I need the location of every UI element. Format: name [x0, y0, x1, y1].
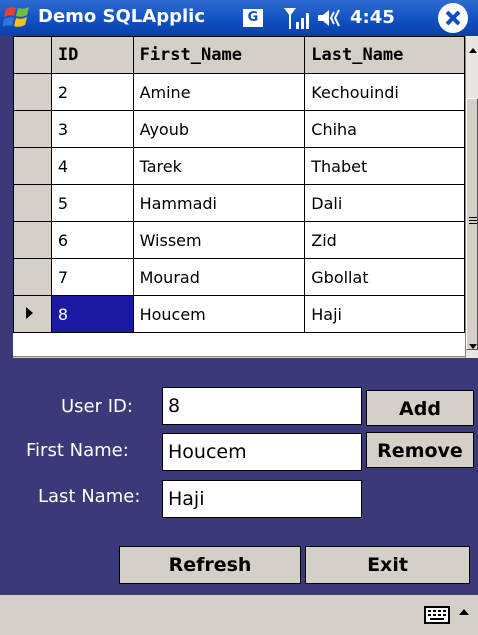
- table-row[interactable]: 2 Amine Kechouindi: [13, 73, 465, 111]
- last-name-field[interactable]: Haji: [162, 480, 362, 518]
- table-row[interactable]: 6 Wissem Zid: [13, 221, 465, 259]
- cell-last-name[interactable]: Thabet: [304, 147, 465, 185]
- scroll-down-arrow-icon[interactable]: [469, 344, 477, 349]
- cell-id[interactable]: 3: [50, 110, 134, 148]
- title-bar: Demo SQLApplic G 4:45: [0, 0, 478, 36]
- first-name-label: First Name:: [26, 440, 129, 461]
- cell-id[interactable]: 2: [50, 73, 134, 111]
- g-network-icon: G: [243, 9, 263, 27]
- table-row[interactable]: 5 Hammadi Dali: [13, 184, 465, 222]
- header-row: ID First_Name Last_Name: [13, 36, 465, 74]
- row-header[interactable]: [13, 221, 52, 259]
- volume-icon[interactable]: [316, 8, 344, 28]
- cell-last-name[interactable]: Zid: [304, 221, 465, 259]
- cell-last-name[interactable]: Haji: [304, 295, 465, 333]
- user-id-label: User ID:: [61, 396, 133, 417]
- close-icon[interactable]: [438, 3, 468, 33]
- cell-last-name[interactable]: Chiha: [304, 110, 465, 148]
- vertical-scrollbar[interactable]: [465, 36, 478, 358]
- add-button[interactable]: Add: [366, 390, 474, 426]
- table-row[interactable]: 3 Ayoub Chiha: [13, 110, 465, 148]
- row-header[interactable]: [13, 73, 52, 111]
- row-header[interactable]: [13, 147, 52, 185]
- data-grid[interactable]: ID First_Name Last_Name 2 Amine Kechouindi…: [13, 36, 465, 358]
- cell-first-name[interactable]: Wissem: [132, 221, 306, 259]
- window-title: Demo SQLApplic: [38, 6, 205, 27]
- cell-first-name[interactable]: Mourad: [132, 258, 306, 296]
- horizontal-scrollbar[interactable]: [13, 356, 465, 358]
- column-header-first-name[interactable]: First_Name: [132, 36, 306, 74]
- last-name-label: Last Name:: [38, 486, 141, 507]
- row-header[interactable]: [13, 295, 52, 333]
- cell-id[interactable]: 7: [50, 258, 134, 296]
- cell-id[interactable]: 4: [50, 147, 134, 185]
- current-row-indicator-icon: [26, 307, 33, 319]
- table-row[interactable]: 7 Mourad Gbollat: [13, 258, 465, 296]
- cell-first-name[interactable]: Houcem: [132, 295, 306, 333]
- user-id-field[interactable]: 8: [162, 387, 362, 425]
- cell-first-name[interactable]: Tarek: [132, 147, 306, 185]
- column-header-id[interactable]: ID: [50, 36, 134, 74]
- cell-id[interactable]: 8: [50, 295, 134, 333]
- table-row[interactable]: 8 Houcem Haji: [13, 295, 465, 333]
- exit-button[interactable]: Exit: [305, 546, 470, 584]
- cell-first-name[interactable]: Hammadi: [132, 184, 306, 222]
- cell-last-name[interactable]: Dali: [304, 184, 465, 222]
- cell-last-name[interactable]: Gbollat: [304, 258, 465, 296]
- signal-icon[interactable]: [282, 6, 310, 30]
- windows-logo-icon[interactable]: [3, 5, 33, 31]
- row-header[interactable]: [13, 184, 52, 222]
- input-menu-arrow-icon[interactable]: [459, 609, 469, 615]
- row-header[interactable]: [13, 258, 52, 296]
- remove-button[interactable]: Remove: [366, 432, 474, 468]
- cell-first-name[interactable]: Amine: [132, 73, 306, 111]
- row-header[interactable]: [13, 110, 52, 148]
- scrollbar-thumb[interactable]: [466, 98, 478, 350]
- column-header-last-name[interactable]: Last_Name: [304, 36, 465, 74]
- first-name-field[interactable]: Houcem: [162, 433, 362, 471]
- keyboard-icon[interactable]: [424, 605, 450, 625]
- refresh-button[interactable]: Refresh: [119, 546, 301, 584]
- corner-header: [13, 36, 52, 74]
- cell-last-name[interactable]: Kechouindi: [304, 73, 465, 111]
- cell-first-name[interactable]: Ayoub: [132, 110, 306, 148]
- bottom-menu-bar: [0, 595, 478, 635]
- cell-id[interactable]: 6: [50, 221, 134, 259]
- table-row[interactable]: 4 Tarek Thabet: [13, 147, 465, 185]
- clock-time: 4:45: [350, 7, 395, 28]
- scroll-up-arrow-icon[interactable]: [469, 48, 477, 53]
- cell-id[interactable]: 5: [50, 184, 134, 222]
